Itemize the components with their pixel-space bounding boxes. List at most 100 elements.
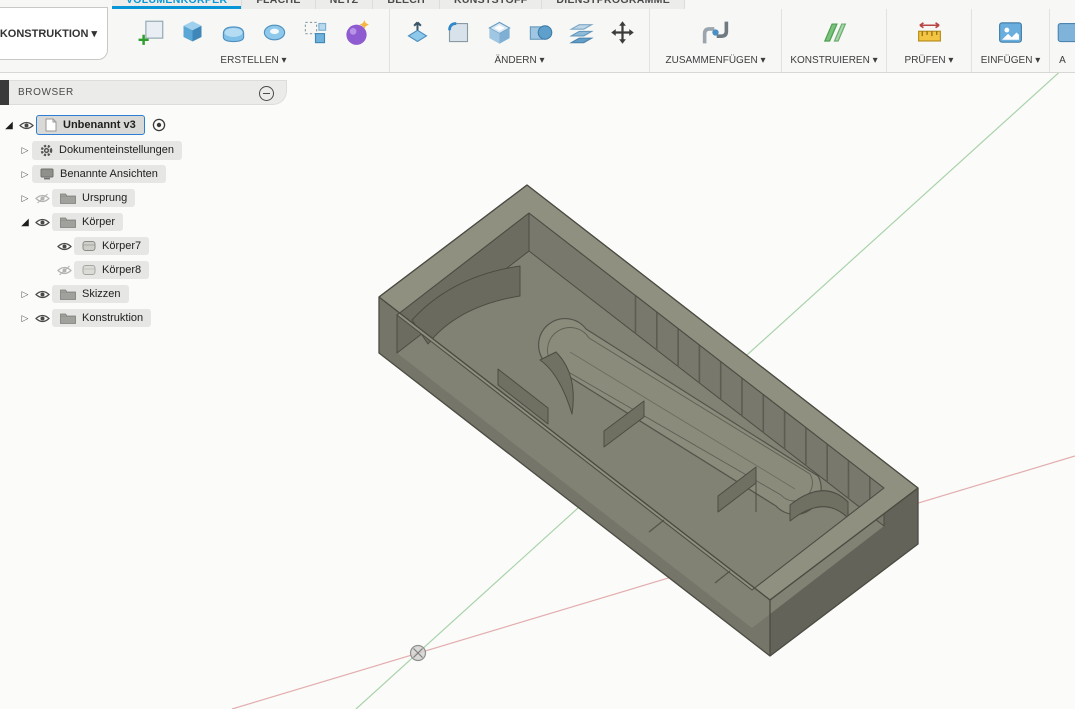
item-text: Skizzen [82, 288, 121, 300]
expand-arrow-icon[interactable]: ▷ [18, 289, 32, 300]
body-icon [82, 264, 96, 276]
browser-item-label[interactable]: Benannte Ansichten [32, 165, 166, 183]
group-pruefen: PRÜFEN ▾ [887, 9, 972, 72]
item-text: Körper8 [102, 264, 141, 276]
expand-arrow-icon[interactable]: ▷ [18, 145, 32, 156]
group-erstellen: ERSTELLEN ▾ [118, 9, 390, 72]
tab-dienstprogramme[interactable]: DIENSTPROGRAMME [542, 0, 685, 9]
folder-icon [60, 192, 76, 204]
move-icon[interactable] [606, 12, 638, 52]
browser-item-label[interactable]: Konstruktion [52, 309, 151, 327]
group-konstruieren: KONSTRUIEREN ▾ [782, 9, 887, 72]
insert-image-icon[interactable] [995, 12, 1027, 52]
browser-item-label[interactable]: Ursprung [52, 189, 135, 207]
visibility-eye-icon[interactable] [32, 217, 52, 228]
clipped-select-icon[interactable] [1054, 12, 1075, 52]
group-label-pruefen[interactable]: PRÜFEN ▾ [905, 55, 954, 66]
visibility-eye-icon[interactable] [54, 241, 74, 252]
group-label-einfuegen[interactable]: EINFÜGEN ▾ [981, 55, 1040, 66]
group-label-zusammenfuegen[interactable]: ZUSAMMENFÜGEN ▾ [665, 55, 765, 66]
ribbon-groups: ERSTELLEN ▾ ÄNDERN ▾ [118, 9, 1075, 72]
group-clipped-right: A [1050, 9, 1075, 72]
browser-tree: ◢ Unbenannt v3 ▷ Dokumenteinstellungen ▷ [0, 105, 287, 330]
browser-item-label[interactable]: Körper [52, 213, 123, 231]
construction-plane-icon[interactable] [818, 12, 850, 52]
model-mold-block[interactable] [379, 185, 918, 656]
coil-icon[interactable] [258, 12, 290, 52]
pattern-icon[interactable] [299, 12, 331, 52]
visibility-eye-icon[interactable] [32, 313, 52, 324]
item-text: Konstruktion [82, 312, 143, 324]
expand-arrow-icon[interactable]: ◢ [18, 217, 32, 228]
top-toolbar: VOLUMENKÖRPER FLÄCHE NETZ BLECH KUNSTSTO… [0, 0, 1075, 73]
folder-icon [60, 288, 76, 300]
tab-netz[interactable]: NETZ [316, 0, 374, 9]
workspace-selector-label: KONSTRUKTION ▾ [0, 27, 97, 40]
expand-arrow-icon[interactable]: ▷ [18, 169, 32, 180]
browser-item-dokumenteinstellungen[interactable]: ▷ Dokumenteinstellungen [0, 138, 287, 162]
fillet-icon[interactable] [442, 12, 474, 52]
browser-item-koerper7[interactable]: Körper7 [0, 234, 287, 258]
group-label-clipped[interactable]: A [1059, 55, 1066, 66]
group-label-erstellen[interactable]: ERSTELLEN ▾ [220, 55, 286, 66]
item-text: Dokumenteinstellungen [59, 144, 174, 156]
offset-face-icon[interactable] [565, 12, 597, 52]
tab-blech[interactable]: BLECH [373, 0, 440, 9]
browser-item-skizzen[interactable]: ▷ Skizzen [0, 282, 287, 306]
browser-panel: BROWSER ◢ Unbenannt v3 ▷ Dokumenteinstel [0, 80, 287, 330]
item-text: Unbenannt v3 [63, 119, 136, 131]
tab-flaeche[interactable]: FLÄCHE [242, 0, 315, 9]
visibility-eye-icon[interactable] [16, 120, 36, 131]
expand-arrow-icon[interactable]: ▷ [18, 313, 32, 324]
item-text: Ursprung [82, 192, 127, 204]
shell-icon[interactable] [483, 12, 515, 52]
workspace-tab-bar: VOLUMENKÖRPER FLÄCHE NETZ BLECH KUNSTSTO… [112, 0, 685, 9]
loft-icon[interactable] [217, 12, 249, 52]
form-icon[interactable] [340, 12, 372, 52]
press-pull-icon[interactable] [401, 12, 433, 52]
collapse-panel-button[interactable] [259, 86, 274, 101]
tab-label: DIENSTPROGRAMME [556, 0, 670, 8]
group-label-aendern[interactable]: ÄNDERN ▾ [494, 55, 544, 66]
named-views-icon [40, 168, 54, 180]
gear-icon [40, 144, 53, 157]
tab-label: VOLUMENKÖRPER [126, 0, 227, 8]
joint-icon[interactable] [700, 12, 732, 52]
tab-label: KUNSTSTOFF [454, 0, 527, 8]
visibility-off-icon[interactable] [32, 193, 52, 204]
combine-icon[interactable] [524, 12, 556, 52]
panel-grip-handle[interactable] [0, 80, 9, 105]
workspace-selector-dropdown[interactable]: KONSTRUKTION ▾ [0, 7, 108, 60]
browser-item-ursprung[interactable]: ▷ Ursprung [0, 186, 287, 210]
tab-kunststoff[interactable]: KUNSTSTOFF [440, 0, 542, 9]
extrude-box-icon[interactable] [176, 12, 208, 52]
tab-label: FLÄCHE [256, 0, 300, 8]
tab-label: BLECH [387, 0, 425, 8]
activate-component-icon[interactable] [152, 118, 166, 132]
browser-item-label[interactable]: Körper8 [74, 261, 149, 279]
expand-arrow-icon[interactable]: ◢ [2, 120, 16, 131]
browser-item-root[interactable]: ◢ Unbenannt v3 [0, 112, 287, 138]
origin-marker[interactable] [411, 646, 426, 661]
group-label-konstruieren[interactable]: KONSTRUIEREN ▾ [790, 55, 877, 66]
browser-header: BROWSER [0, 80, 287, 105]
group-zusammenfuegen: ZUSAMMENFÜGEN ▾ [650, 9, 782, 72]
root-document-label[interactable]: Unbenannt v3 [36, 115, 145, 135]
browser-item-benannte-ansichten[interactable]: ▷ Benannte Ansichten [0, 162, 287, 186]
browser-item-koerper[interactable]: ◢ Körper [0, 210, 287, 234]
tab-volumenkoerper[interactable]: VOLUMENKÖRPER [112, 0, 242, 9]
visibility-off-icon[interactable] [54, 265, 74, 276]
browser-item-konstruktion[interactable]: ▷ Konstruktion [0, 306, 287, 330]
browser-item-label[interactable]: Dokumenteinstellungen [32, 141, 182, 160]
create-sketch-icon[interactable] [135, 12, 167, 52]
expand-arrow-icon[interactable]: ▷ [18, 193, 32, 204]
visibility-eye-icon[interactable] [32, 289, 52, 300]
folder-icon [60, 216, 76, 228]
browser-title: BROWSER [18, 87, 74, 98]
group-einfuegen: EINFÜGEN ▾ [972, 9, 1050, 72]
browser-item-label[interactable]: Körper7 [74, 237, 149, 255]
item-text: Körper [82, 216, 115, 228]
measure-icon[interactable] [913, 12, 945, 52]
browser-item-label[interactable]: Skizzen [52, 285, 129, 303]
browser-item-koerper8[interactable]: Körper8 [0, 258, 287, 282]
